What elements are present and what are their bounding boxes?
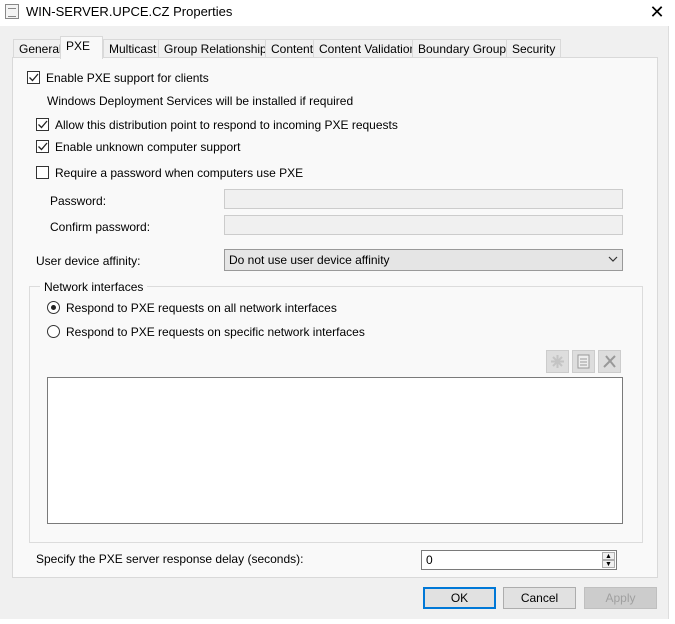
tab-content[interactable]: Content — [265, 39, 320, 58]
close-button[interactable]: ✕ — [645, 1, 669, 23]
response-delay-spinner[interactable]: 0 ▲ ▼ — [421, 550, 617, 570]
enable-pxe-label: Enable PXE support for clients — [46, 71, 209, 85]
tab-group-relationships[interactable]: Group Relationships — [158, 39, 279, 58]
user-device-affinity-label: User device affinity: — [36, 254, 141, 268]
window-title: WIN-SERVER.UPCE.CZ Properties — [26, 4, 233, 19]
specific-interfaces-label: Respond to PXE requests on specific netw… — [66, 325, 365, 339]
all-interfaces-radio[interactable] — [47, 301, 60, 314]
chevron-down-icon — [608, 256, 618, 262]
specific-interfaces-radio[interactable] — [47, 325, 60, 338]
affinity-value: Do not use user device affinity — [229, 253, 390, 267]
all-interfaces-label: Respond to PXE requests on all network i… — [66, 301, 337, 315]
radio-dot — [51, 305, 56, 310]
tab-content-validation[interactable]: Content Validation — [313, 39, 423, 58]
delete-icon — [603, 355, 616, 368]
properties-icon — [5, 4, 19, 19]
response-delay-value: 0 — [426, 553, 433, 567]
tab-boundary-groups[interactable]: Boundary Groups — [412, 39, 519, 58]
apply-button[interactable]: Apply — [584, 587, 657, 609]
password-label: Password: — [50, 194, 107, 208]
tab-pxe[interactable]: PXE — [60, 36, 103, 59]
checkmark-icon — [29, 73, 39, 82]
require-password-label: Require a password when computers use PX… — [55, 166, 304, 180]
allow-respond-label: Allow this distribution point to respond… — [55, 118, 398, 132]
unknown-computer-checkbox[interactable] — [36, 140, 49, 153]
network-interfaces-list[interactable] — [47, 377, 623, 524]
unknown-computer-label: Enable unknown computer support — [55, 140, 241, 154]
confirm-password-label: Confirm password: — [50, 220, 151, 234]
checkmark-icon — [38, 142, 48, 151]
ok-button[interactable]: OK — [423, 587, 496, 609]
wds-note: Windows Deployment Services will be inst… — [47, 94, 354, 108]
properties-icon — [577, 354, 590, 369]
enable-pxe-checkbox[interactable] — [27, 71, 40, 84]
require-password-checkbox[interactable] — [36, 166, 49, 179]
response-delay-label: Specify the PXE server response delay (s… — [36, 552, 304, 566]
checkmark-icon — [38, 120, 48, 129]
new-icon — [551, 355, 564, 368]
cancel-button[interactable]: Cancel — [503, 587, 576, 609]
confirm-password-field[interactable] — [224, 215, 623, 235]
delete-interface-button[interactable] — [598, 350, 621, 373]
spin-down-button[interactable]: ▼ — [602, 560, 615, 568]
password-field[interactable] — [224, 189, 623, 209]
interface-properties-button[interactable] — [572, 350, 595, 373]
user-device-affinity-select[interactable]: Do not use user device affinity — [224, 249, 623, 271]
new-interface-button[interactable] — [546, 350, 569, 373]
tab-multicast[interactable]: Multicast — [103, 39, 163, 58]
network-interfaces-label: Network interfaces — [40, 280, 148, 294]
allow-respond-checkbox[interactable] — [36, 118, 49, 131]
spin-up-button[interactable]: ▲ — [602, 552, 615, 560]
tab-security[interactable]: Security — [506, 39, 562, 58]
